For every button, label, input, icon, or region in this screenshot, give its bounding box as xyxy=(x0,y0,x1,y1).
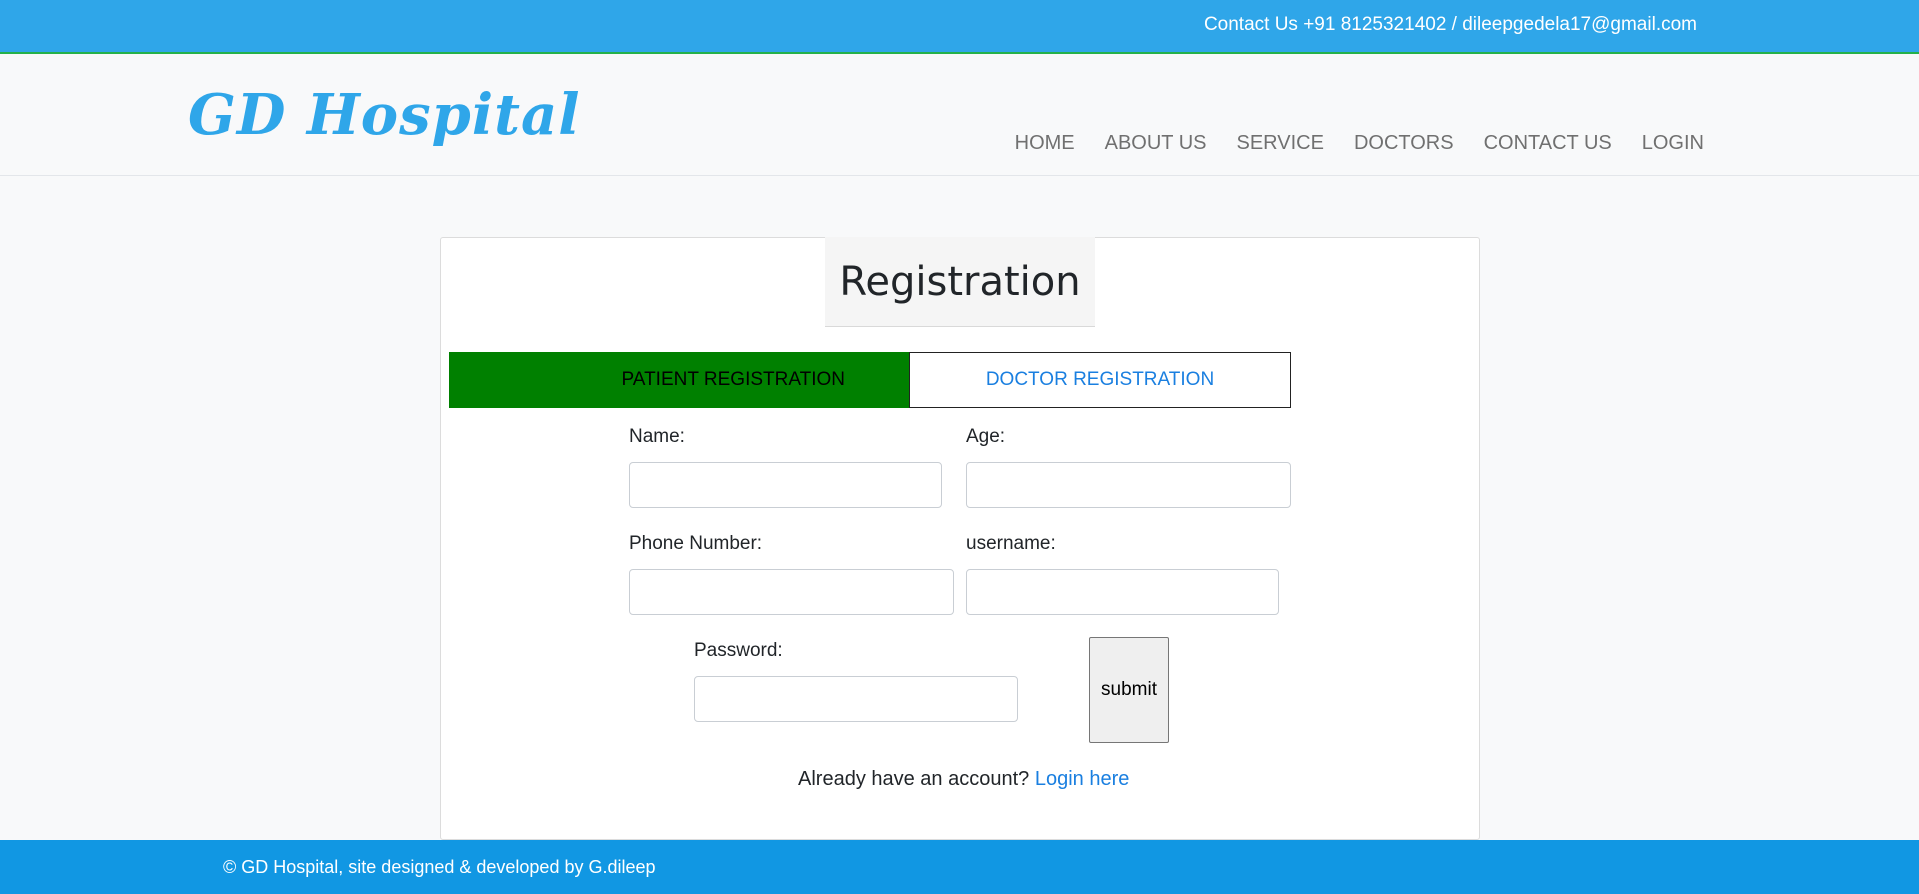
contact-info: Contact Us +91 8125321402 / dileepgedela… xyxy=(1203,14,1697,35)
registration-card xyxy=(440,237,1480,840)
main-nav: HOME ABOUT US SERVICE DOCTORS CONTACT US… xyxy=(1000,132,1719,155)
nav-contact-us[interactable]: CONTACT US xyxy=(1469,132,1627,155)
site-footer: © GD Hospital, site designed & developed… xyxy=(0,840,1919,894)
account-text: Already have an account? xyxy=(798,768,1030,790)
nav-home[interactable]: HOME xyxy=(1000,132,1090,155)
top-contact-bar: Contact Us +91 8125321402 / dileepgedela… xyxy=(0,0,1919,54)
site-header: GD Hospital HOME ABOUT US SERVICE DOCTOR… xyxy=(0,54,1919,176)
nav-doctors[interactable]: DOCTORS xyxy=(1339,132,1469,155)
username-input[interactable] xyxy=(966,569,1279,615)
footer-copyright: © GD Hospital, site designed & developed… xyxy=(223,857,656,877)
site-logo[interactable]: GD Hospital xyxy=(188,82,581,148)
tab-patient-registration[interactable]: PATIENT REGISTRATION xyxy=(449,352,909,408)
registration-title-box: Registration xyxy=(825,237,1095,327)
age-input[interactable] xyxy=(966,462,1291,508)
name-label: Name: xyxy=(629,426,685,447)
age-label: Age: xyxy=(966,426,1006,447)
phone-input[interactable] xyxy=(629,569,954,615)
nav-about-us[interactable]: ABOUT US xyxy=(1090,132,1222,155)
page-title: Registration xyxy=(839,259,1081,305)
nav-login[interactable]: LOGIN xyxy=(1627,132,1719,155)
submit-button[interactable]: submit xyxy=(1089,637,1169,743)
login-prompt: Already have an account? Login here xyxy=(798,768,1129,791)
tab-doctor-registration[interactable]: DOCTOR REGISTRATION xyxy=(909,352,1291,408)
name-input[interactable] xyxy=(629,462,942,508)
phone-label: Phone Number: xyxy=(629,533,763,554)
password-label: Password: xyxy=(694,640,783,661)
password-input[interactable] xyxy=(694,676,1018,722)
login-here-link[interactable]: Login here xyxy=(1035,768,1130,790)
nav-service[interactable]: SERVICE xyxy=(1222,132,1339,155)
username-label: username: xyxy=(966,533,1056,554)
